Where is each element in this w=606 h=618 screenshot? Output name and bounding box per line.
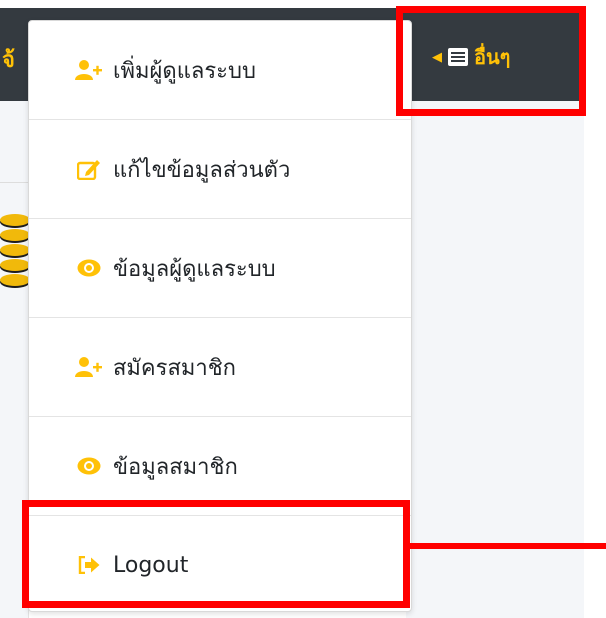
eye-icon [75,455,103,477]
coins-icon [0,214,30,306]
menu-item-add-admin[interactable]: เพิ่มผู้ดูแลระบบ [29,21,411,120]
menu-item-admin-info[interactable]: ข้อมูลผู้ดูแลระบบ [29,219,411,318]
menu-item-label: ข้อมูลผู้ดูแลระบบ [113,256,276,282]
menu-item-label: สมัครสมาชิก [113,355,236,381]
user-plus-icon [75,59,103,81]
menu-item-label: ข้อมูลสมาชิก [113,454,238,480]
edit-icon [75,158,103,180]
menu-item-edit-profile[interactable]: แก้ไขข้อมูลส่วนตัว [29,120,411,219]
divider [0,182,28,183]
menu-item-register-member[interactable]: สมัครสมาชิก [29,318,411,417]
user-plus-icon [75,356,103,378]
highlight-box-logout [22,500,410,608]
menu-item-label: เพิ่มผู้ดูแลระบบ [113,58,256,84]
nav-partial-text: จ้ [2,48,15,73]
menu-item-label: แก้ไขข้อมูลส่วนตัว [113,157,291,183]
highlight-box-other-menu [396,6,586,116]
highlight-pointer-line [406,543,606,549]
eye-icon [75,257,103,279]
